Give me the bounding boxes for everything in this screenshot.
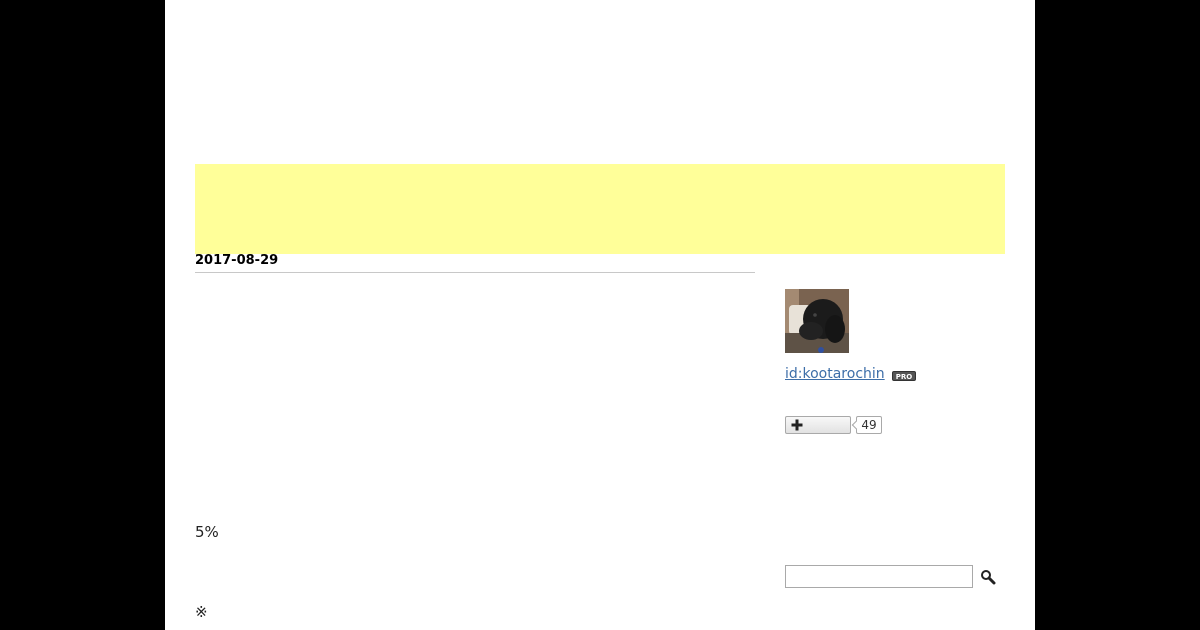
pro-badge: PRO: [892, 371, 916, 381]
entry-date[interactable]: 2017-08-29: [195, 253, 278, 269]
entry-note-mark: ※: [195, 603, 208, 621]
profile-user-id-link[interactable]: id:kootarochin: [785, 366, 885, 383]
search-icon: [981, 570, 996, 585]
follower-count: 49: [856, 416, 882, 434]
search-input[interactable]: [785, 565, 973, 588]
dog-avatar-icon: [785, 289, 849, 353]
search-button[interactable]: [980, 569, 996, 585]
header-banner: [195, 164, 1005, 254]
entry-body-text: 5%: [195, 523, 219, 541]
plus-icon: [791, 419, 803, 431]
date-divider: [195, 272, 755, 273]
avatar[interactable]: [785, 289, 849, 353]
follow-button[interactable]: [785, 416, 851, 434]
blog-page: 2017-08-29 5% ※ id:kootarochin PRO 49: [165, 0, 1035, 630]
